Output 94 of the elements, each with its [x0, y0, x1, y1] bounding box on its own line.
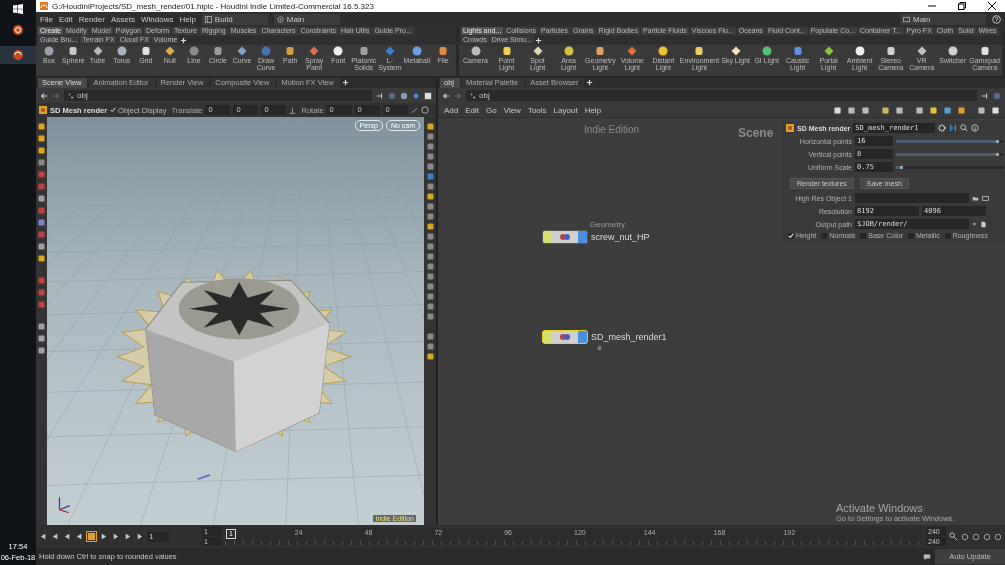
menu-item[interactable]: Edit: [58, 14, 73, 24]
node-type-label: Geometry: [590, 220, 626, 229]
restore-icon[interactable]: [957, 1, 967, 11]
network-icon: [68, 92, 74, 99]
layout-icon: [903, 15, 910, 23]
info-icon[interactable]: [971, 124, 980, 132]
settings-icon[interactable]: [938, 124, 947, 132]
gizmo-icon[interactable]: [289, 106, 297, 114]
tool-icon: [411, 46, 422, 56]
node-label: screw_nut_HP: [591, 232, 650, 242]
menu-item[interactable]: Tools: [527, 105, 547, 115]
tool-icon: [358, 46, 369, 56]
path-field[interactable]: obj: [466, 90, 977, 101]
spiral-app-icon[interactable]: [12, 24, 24, 36]
back-icon[interactable]: [442, 91, 450, 100]
checkbox[interactable]: [788, 232, 794, 239]
tool-icon: [694, 46, 705, 56]
network-icon: [470, 92, 476, 99]
app-icon: [12, 49, 24, 61]
playback-icon[interactable]: [87, 532, 96, 541]
taskbar-app-button[interactable]: [0, 46, 36, 64]
tool-icon: [116, 46, 127, 56]
frame-field[interactable]: 1: [147, 531, 169, 542]
tool-icon: [885, 46, 896, 56]
tool-icon: [501, 46, 512, 56]
add-tab-icon[interactable]: [586, 79, 594, 86]
tool-icon: [44, 46, 55, 56]
tool-icon: [438, 46, 449, 56]
path-field[interactable]: obj: [64, 90, 372, 101]
menu-item[interactable]: Windows: [140, 14, 174, 24]
desktop-dropdown[interactable]: Main: [273, 13, 340, 25]
menu-item[interactable]: Layout: [553, 105, 578, 115]
menu-item[interactable]: Edit: [465, 105, 480, 115]
window-title: G:/HoudiniProjects/SD_mesh_render/01.hiplc - Houdini Indie Limited-Commercial 16.5.323: [52, 1, 374, 11]
search-icon[interactable]: [960, 124, 969, 132]
add-tab-icon[interactable]: [341, 79, 349, 86]
tool-icon: [792, 46, 803, 56]
tool-icon: [854, 46, 865, 56]
tool-icon: [68, 46, 79, 56]
activation-notice-title: Activate Windows: [836, 502, 924, 514]
menu-item[interactable]: Help: [584, 105, 602, 115]
menu-item[interactable]: File: [40, 14, 53, 24]
menu-item[interactable]: View: [503, 105, 521, 115]
file-browse-icon[interactable]: [980, 220, 987, 228]
key-icon[interactable]: [949, 532, 958, 541]
tool-icon: [333, 46, 344, 56]
tool-icon: [285, 46, 296, 56]
node-icon: [559, 333, 571, 341]
grid-marker-icon: [197, 474, 211, 481]
edition-label: Indie Edition: [584, 124, 640, 135]
add-tab-icon[interactable]: [534, 36, 542, 44]
tool-icon: [761, 46, 772, 56]
node-icon: [559, 233, 571, 241]
axis-gizmo-icon: [58, 496, 71, 514]
display-icon[interactable]: [412, 91, 420, 100]
caret-icon[interactable]: [972, 221, 977, 227]
shading-icon[interactable]: [400, 91, 408, 100]
node-label: SD_mesh_render1: [591, 332, 667, 342]
snap-icon[interactable]: [410, 106, 418, 114]
menu-item[interactable]: Help: [179, 14, 196, 24]
menu-item[interactable]: Go: [486, 105, 497, 115]
tool-icon: [188, 46, 199, 56]
tool-icon: [658, 46, 669, 56]
pin-icon[interactable]: [376, 91, 384, 100]
add-tab-icon[interactable]: [180, 36, 188, 44]
node-picker-icon[interactable]: [982, 194, 989, 202]
menu-item[interactable]: Render: [78, 14, 105, 24]
desktop-dropdown[interactable]: Main: [900, 13, 986, 25]
tool-icon: [979, 46, 990, 56]
menu-item[interactable]: Add: [444, 105, 459, 115]
tool-icon: [140, 46, 151, 56]
context-label: Scene: [738, 126, 774, 140]
slider-fill[interactable]: [896, 165, 904, 169]
lock-icon: [597, 345, 602, 350]
desktop-dropdown[interactable]: Build: [201, 13, 268, 25]
back-icon[interactable]: [40, 91, 48, 100]
tool-icon: [563, 46, 574, 56]
speech-icon[interactable]: [923, 552, 932, 561]
tool-icon: [261, 46, 272, 56]
tool-icon: [213, 46, 223, 56]
tool-icon: [947, 46, 958, 56]
menu-item[interactable]: Assets: [110, 14, 135, 24]
pin-icon[interactable]: [981, 91, 989, 100]
check-icon: [110, 107, 117, 113]
node-icon: [39, 106, 47, 114]
eye-icon: [276, 15, 284, 23]
close-icon[interactable]: [987, 1, 997, 11]
layout-icon: [204, 15, 212, 23]
windows-logo-icon[interactable]: [13, 4, 23, 14]
window-icon[interactable]: [424, 91, 432, 100]
folder-icon[interactable]: [972, 194, 979, 202]
tool-icon: [595, 46, 606, 56]
tool-icon: [470, 46, 481, 56]
node-icon: [786, 124, 794, 132]
